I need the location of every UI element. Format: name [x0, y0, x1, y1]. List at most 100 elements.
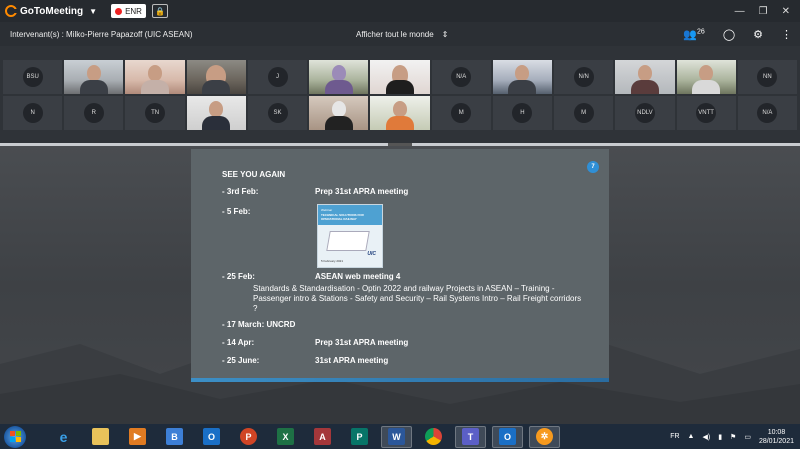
participant-video[interactable] [309, 96, 369, 130]
slide-title: SEE YOU AGAIN [222, 170, 286, 179]
participant-body [202, 80, 231, 94]
participant-tile[interactable]: J [247, 60, 308, 94]
start-button[interactable] [4, 425, 26, 448]
people-icon: 👥 [683, 28, 698, 41]
webinar-flyer-image: Webinar TECHNICAL SOLUTIONS FOR OPERATIO… [317, 204, 383, 268]
schedule-event: ASEAN web meeting 4 [315, 272, 401, 281]
volume-icon[interactable]: ◀) [702, 433, 710, 441]
settings-gear-icon[interactable]: ⚙ [753, 28, 763, 41]
participant-tile[interactable]: TN [125, 96, 185, 130]
participant-tile[interactable]: NDLV [615, 96, 675, 130]
chrome-icon [425, 428, 442, 445]
minimize-icon[interactable]: — [735, 6, 745, 17]
taskbar-gotomeeting[interactable]: ✲ [529, 425, 560, 448]
app-menu[interactable]: GoToMeeting ▼ [5, 5, 97, 17]
participant-video[interactable] [370, 96, 430, 130]
webinar-kicker: Webinar [321, 208, 333, 212]
more-options-icon[interactable]: ⋮ [781, 28, 792, 41]
outlook-icon: O [203, 428, 220, 445]
publisher-icon: P [351, 428, 368, 445]
taskbar-outlook[interactable]: O [196, 426, 227, 448]
participant-body [141, 80, 170, 94]
chat-icon[interactable]: ◯ [723, 28, 735, 41]
taskbar-apps: e ▶ B O P X A P W T O ✲ [48, 425, 560, 448]
participant-initials: M [451, 103, 472, 123]
participant-tile[interactable]: SK [247, 96, 308, 130]
close-icon[interactable]: ✕ [782, 6, 790, 17]
participant-tile[interactable]: NN [737, 60, 797, 94]
taskbar-word[interactable]: W [381, 425, 412, 448]
restore-icon[interactable]: ❐ [759, 6, 768, 17]
taskbar-media-player[interactable]: ▶ [122, 426, 153, 448]
participant-tile[interactable]: N [3, 96, 63, 130]
taskbar-b-app[interactable]: B [159, 426, 190, 448]
participant-tile[interactable]: M [554, 96, 614, 130]
schedule-date: - 5 Feb: [222, 207, 251, 216]
tablet-image [326, 231, 370, 251]
participant-tile[interactable]: N/A [431, 60, 491, 94]
taskbar-access[interactable]: A [307, 426, 338, 448]
participant-video[interactable] [125, 60, 185, 94]
schedule-event: Prep 31st APRA meeting [315, 187, 409, 196]
meeting-tools: 👥26 ◯ ⚙ ⋮ [683, 22, 792, 46]
participant-video[interactable] [309, 60, 369, 94]
record-button[interactable]: ENR [111, 4, 146, 18]
participant-initials: NDLV [634, 103, 655, 123]
shared-screen: 7 SEE YOU AGAIN - 3rd Feb: Prep 31st APR… [0, 146, 800, 424]
teams-icon: T [462, 428, 479, 445]
participant-body [692, 80, 721, 94]
tray-arrow-icon[interactable]: ▲ [688, 433, 695, 440]
flag-notification-icon[interactable]: ⚑ [730, 433, 736, 441]
lock-button[interactable]: 🔒 [151, 4, 168, 18]
participant-initials: N/A [757, 103, 778, 123]
participant-face [392, 101, 407, 117]
participant-video[interactable] [492, 60, 553, 94]
taskbar-teams[interactable]: T [455, 425, 486, 448]
presenter-label: Intervenant(s) : Milko-Pierre Papazoff (… [10, 29, 193, 39]
participant-video[interactable] [186, 60, 246, 94]
schedule-date: - 17 March: UNCRD [222, 320, 296, 329]
participant-face [331, 101, 346, 117]
participant-tile[interactable]: M [431, 96, 491, 130]
taskbar-explorer[interactable] [85, 426, 116, 448]
participant-tile[interactable]: N/A [737, 96, 797, 130]
taskbar-publisher[interactable]: P [344, 426, 375, 448]
participant-body [630, 80, 659, 94]
participant-tile[interactable]: VNTT [676, 96, 736, 130]
window-controls: — ❐ ✕ [735, 6, 790, 17]
participant-video[interactable] [615, 60, 675, 94]
taskbar-outlook-2[interactable]: O [492, 425, 523, 448]
participant-video[interactable] [186, 96, 246, 130]
up-down-chevron-icon: ⇕ [441, 29, 449, 39]
taskbar-chrome[interactable] [418, 426, 449, 448]
monitor-icon[interactable]: ▭ [744, 433, 751, 441]
b-app-icon: B [166, 428, 183, 445]
participant-video[interactable] [370, 60, 430, 94]
schedule-date: - 14 Apr: [222, 338, 255, 347]
participant-tile[interactable]: BSU [3, 60, 63, 94]
participant-body [79, 80, 108, 94]
gotomeeting-window: GoToMeeting ▼ ENR 🔒 — ❐ ✕ Intervenant(s)… [0, 0, 800, 449]
participant-video[interactable] [64, 60, 124, 94]
participant-initials: N [22, 103, 43, 123]
schedule-event: 31st APRA meeting [315, 356, 389, 365]
title-bar: GoToMeeting ▼ ENR 🔒 — ❐ ✕ [0, 0, 800, 22]
participants-button[interactable]: 👥26 [683, 28, 705, 41]
participant-tile[interactable]: R [64, 96, 124, 130]
participant-face [515, 65, 530, 81]
clock-time: 10:08 [767, 428, 786, 436]
participant-video[interactable] [676, 60, 736, 94]
participant-tile[interactable]: H [492, 96, 553, 130]
participant-initials: BSU [22, 67, 43, 87]
view-all-toggle[interactable]: Afficher tout le monde ⇕ [356, 22, 448, 46]
system-tray: FR ▲ ◀) ▮ ⚑ ▭ 10:08 28/01/2021 [670, 424, 794, 449]
language-indicator[interactable]: FR [670, 433, 679, 440]
taskbar-excel[interactable]: X [270, 426, 301, 448]
participant-tile[interactable]: N/N [554, 60, 614, 94]
network-icon[interactable]: ▮ [718, 433, 722, 441]
clock[interactable]: 10:08 28/01/2021 [759, 428, 794, 446]
taskbar-powerpoint[interactable]: P [233, 426, 264, 448]
participant-initials: TN [145, 103, 166, 123]
taskbar-ie[interactable]: e [48, 426, 79, 448]
outlook-icon: O [499, 428, 516, 445]
